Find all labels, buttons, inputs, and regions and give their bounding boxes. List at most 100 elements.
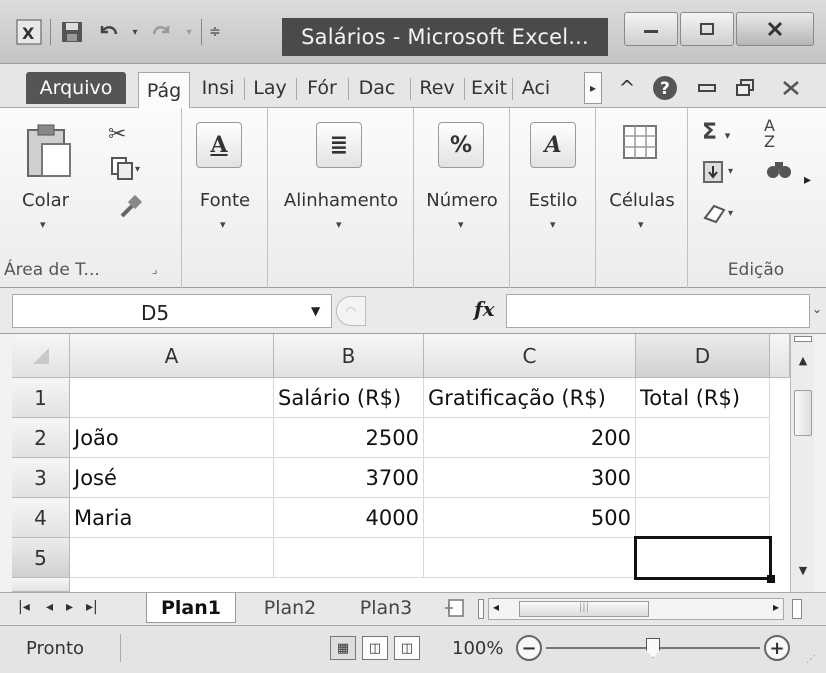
cell-a2[interactable]: João <box>70 418 274 458</box>
style-dropdown-icon[interactable]: ▾ <box>550 218 556 231</box>
redo-icon[interactable] <box>147 17 177 47</box>
cells-icon[interactable] <box>620 122 662 168</box>
sheet-tab-plan3[interactable]: Plan3 <box>346 593 426 623</box>
expand-formula-icon[interactable]: ⌄ <box>812 302 822 316</box>
zoom-out-icon[interactable]: − <box>516 635 542 661</box>
cell-d1[interactable]: Total (R$) <box>636 378 770 418</box>
cell-b4[interactable]: 4000 <box>274 498 424 538</box>
cell-b2[interactable]: 2500 <box>274 418 424 458</box>
sort-filter-icon[interactable]: AZ <box>764 118 775 150</box>
row-header-2[interactable]: 2 <box>12 418 70 458</box>
paste-icon[interactable] <box>24 122 72 184</box>
split-box-icon[interactable] <box>794 336 812 342</box>
scroll-left-icon[interactable]: ◂ <box>493 600 499 614</box>
page-break-preview-icon[interactable]: ◫ <box>394 636 420 660</box>
format-painter-icon[interactable] <box>118 194 144 226</box>
minimize-ribbon-icon[interactable]: ^ <box>614 72 640 104</box>
cell-c5[interactable] <box>424 538 636 578</box>
column-header-b[interactable]: B <box>274 334 424 378</box>
clear-icon[interactable]: ▾ <box>702 200 742 230</box>
last-sheet-icon[interactable]: ▸| <box>86 599 98 615</box>
zoom-slider-thumb[interactable] <box>646 638 660 658</box>
cell-c2[interactable]: 200 <box>424 418 636 458</box>
tab-split-handle[interactable] <box>478 599 484 619</box>
tab-file[interactable]: Arquivo <box>26 72 126 104</box>
font-icon[interactable]: A <box>196 122 242 168</box>
cell-a4[interactable]: Maria <box>70 498 274 538</box>
cell-b5[interactable] <box>274 538 424 578</box>
cell-c1[interactable]: Gratificação (R$) <box>424 378 636 418</box>
save-icon[interactable] <box>57 17 87 47</box>
cell-a3[interactable]: José <box>70 458 274 498</box>
paste-button[interactable]: Colar <box>22 190 69 211</box>
normal-view-icon[interactable]: ▦ <box>330 636 356 660</box>
select-all-corner[interactable] <box>12 334 70 378</box>
first-sheet-icon[interactable]: |◂ <box>18 599 30 615</box>
vertical-scroll-thumb[interactable] <box>794 390 812 436</box>
tab-layout[interactable]: Lay <box>248 72 292 104</box>
cut-icon[interactable]: ✂ <box>108 122 126 147</box>
horizontal-scroll-thumb[interactable]: ||| <box>519 601 649 617</box>
column-header-e[interactable] <box>770 334 790 378</box>
redo-dropdown-icon[interactable]: ▾ <box>183 17 195 47</box>
scroll-down-icon[interactable]: ▼ <box>794 560 812 580</box>
page-layout-view-icon[interactable]: ◫ <box>362 636 388 660</box>
active-cell-selection[interactable] <box>634 536 775 583</box>
paste-dropdown-icon[interactable]: ▾ <box>40 218 46 231</box>
row-header-5[interactable]: 5 <box>12 538 70 578</box>
tab-insert[interactable]: Insi <box>196 72 240 104</box>
undo-icon[interactable] <box>93 17 123 47</box>
cell-c4[interactable]: 500 <box>424 498 636 538</box>
copy-icon[interactable]: ▾ <box>110 156 144 188</box>
close-icon[interactable] <box>736 12 814 46</box>
horizontal-scrollbar[interactable]: ◂ ||| ▸ <box>488 598 784 620</box>
cell-c3[interactable]: 300 <box>424 458 636 498</box>
cell-d4[interactable] <box>636 498 770 538</box>
tab-formulas[interactable]: Fór <box>300 72 344 104</box>
restore-icon[interactable] <box>680 12 734 46</box>
sheet-tab-plan2[interactable]: Plan2 <box>250 593 330 623</box>
tab-review[interactable]: Rev <box>414 72 460 104</box>
alignment-button[interactable]: Alinhamento <box>272 190 410 211</box>
workbook-close-icon[interactable] <box>776 72 806 104</box>
customize-toolbar-icon[interactable]: ≑ <box>208 17 222 47</box>
alignment-icon[interactable]: ≣ <box>316 122 362 168</box>
tab-data[interactable]: Dac <box>352 72 402 104</box>
name-box-dropdown-icon[interactable]: ▼ <box>311 304 320 318</box>
alignment-dropdown-icon[interactable]: ▾ <box>336 218 342 231</box>
cell-b1[interactable]: Salário (R$) <box>274 378 424 418</box>
font-dropdown-icon[interactable]: ▾ <box>220 218 226 231</box>
zoom-in-icon[interactable]: + <box>764 635 790 661</box>
tab-addins[interactable]: Aci <box>514 72 558 104</box>
ribbon-scroll-right-icon[interactable]: ▸ <box>804 172 811 188</box>
percent-icon[interactable]: % <box>438 122 484 168</box>
tab-view[interactable]: Exit <box>468 72 510 104</box>
workbook-restore-icon[interactable] <box>732 72 758 104</box>
zoom-level[interactable]: 100% <box>452 638 503 659</box>
vertical-scrollbar[interactable]: ▲ ▼ <box>790 334 814 592</box>
cell-a1[interactable] <box>70 378 274 418</box>
autosum-icon[interactable]: Σ ▾ <box>702 120 730 145</box>
tab-scroll-right-icon[interactable]: ▸ <box>584 72 602 104</box>
horizontal-split-box-icon[interactable] <box>792 599 802 619</box>
cell-a5[interactable] <box>70 538 274 578</box>
column-header-d[interactable]: D <box>636 334 770 378</box>
name-box[interactable]: D5 ▼ <box>12 294 332 328</box>
excel-logo-icon[interactable]: X <box>14 17 44 47</box>
clipboard-launcher-icon[interactable]: ⌟ <box>152 262 158 276</box>
cell-d2[interactable] <box>636 418 770 458</box>
next-sheet-icon[interactable]: ▸ <box>66 599 73 615</box>
column-header-a[interactable]: A <box>70 334 274 378</box>
insert-function-icon[interactable]: fx <box>474 297 495 321</box>
cells-dropdown-icon[interactable]: ▾ <box>638 218 644 231</box>
column-header-c[interactable]: C <box>424 334 636 378</box>
formula-input[interactable] <box>506 294 810 328</box>
minimize-icon[interactable] <box>624 12 678 46</box>
resize-grip-icon[interactable]: ⋰ <box>806 654 816 665</box>
tab-page-layout[interactable]: Pág <box>138 72 190 109</box>
row-header-6[interactable] <box>12 578 70 592</box>
scroll-right-icon[interactable]: ▸ <box>773 600 779 614</box>
number-button[interactable]: Número <box>418 190 506 211</box>
number-dropdown-icon[interactable]: ▾ <box>458 218 464 231</box>
help-icon[interactable]: ? <box>650 72 680 104</box>
